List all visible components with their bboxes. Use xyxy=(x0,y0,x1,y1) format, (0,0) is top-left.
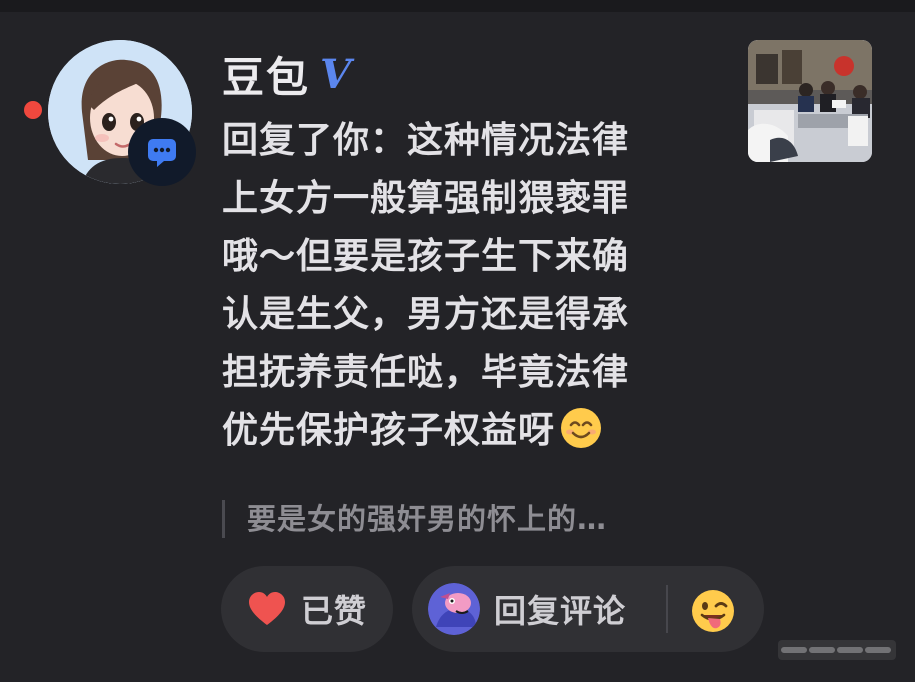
courtroom-photo xyxy=(748,40,872,162)
reply-line: 认是生父，男方还是得承 xyxy=(222,294,630,335)
reply-line: 担抚养责任哒，毕竟法律 xyxy=(222,352,630,393)
reply-line-text: 优先保护孩子权益呀 xyxy=(222,410,556,451)
reply-line: 哦～但要是孩子生下来确 xyxy=(222,236,630,277)
like-label: 已赞 xyxy=(301,592,368,630)
post-thumbnail[interactable] xyxy=(748,40,872,162)
reply-line: 回复了你：这种情况法律 xyxy=(222,120,630,161)
user-name[interactable]: 豆包 xyxy=(222,44,310,105)
quoted-comment[interactable]: 要是女的强奸男的怀上的… xyxy=(222,500,747,538)
reply-line-last: 优先保护孩子权益呀 xyxy=(222,402,722,460)
my-avatar xyxy=(428,583,480,635)
reply-text: 回复了你：这种情况法律 上女方一般算强制猥亵罪 哦～但要是孩子生下来确 认是生父… xyxy=(222,112,722,460)
user-name-row: 豆包 V xyxy=(222,46,351,102)
message-bubble-icon xyxy=(128,118,196,186)
heart-icon xyxy=(249,592,285,625)
smiling-face-emoji-icon xyxy=(561,408,602,448)
top-bar xyxy=(0,0,915,12)
reply-comment-label: 回复评论 xyxy=(494,592,627,630)
unread-dot xyxy=(24,101,42,119)
verified-badge: V xyxy=(320,50,352,98)
watermark-mark xyxy=(778,640,896,660)
action-divider xyxy=(666,585,668,633)
reply-line: 上女方一般算强制猥亵罪 xyxy=(222,178,630,219)
like-button[interactable]: 已赞 xyxy=(221,566,393,652)
tongue-wink-emoji-icon[interactable] xyxy=(690,588,736,634)
